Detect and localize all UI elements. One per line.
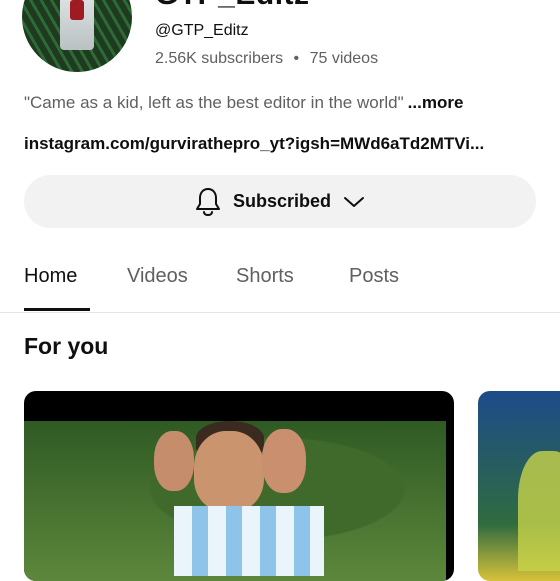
video-thumbnail[interactable]	[24, 391, 454, 581]
video-thumbnail-next[interactable]	[478, 391, 560, 581]
subscribed-button[interactable]: Subscribed	[24, 175, 536, 228]
tab-videos[interactable]: Videos	[127, 265, 188, 288]
avatar-figure	[60, 0, 94, 50]
channel-tabs: Home Videos Shorts Posts	[0, 250, 560, 313]
channel-handle: @GTP_Editz	[155, 22, 249, 39]
thumbnail-hand-left	[154, 431, 194, 491]
description-text: "Came as a kid, left as the best editor …	[24, 93, 404, 112]
subscriber-count: 2.56K subscribers	[155, 50, 284, 67]
thumbnail-hand-right	[262, 429, 306, 493]
meta-separator: •	[293, 50, 300, 67]
channel-avatar[interactable]	[22, 0, 132, 72]
chevron-down-icon	[343, 195, 365, 209]
channel-description[interactable]: "Came as a kid, left as the best editor …	[24, 93, 463, 113]
channel-title: GTP_Editz	[155, 0, 310, 12]
active-tab-indicator	[24, 308, 90, 311]
video-count: 75 videos	[309, 50, 379, 67]
bell-icon	[195, 187, 221, 217]
channel-link[interactable]: instagram.com/gurvirathepro_yt?igsh=MWd6…	[24, 134, 484, 154]
thumbnail-face	[194, 431, 264, 511]
more-link[interactable]: ...more	[408, 93, 464, 112]
tab-home[interactable]: Home	[24, 265, 77, 288]
channel-meta: 2.56K subscribers • 75 videos	[155, 50, 378, 68]
subscribed-label: Subscribed	[232, 191, 332, 211]
for-you-heading: For you	[24, 333, 109, 359]
thumbnail-next-shape	[518, 451, 560, 571]
tab-shorts[interactable]: Shorts	[236, 265, 294, 288]
tab-posts[interactable]: Posts	[349, 265, 399, 288]
thumbnail-shirt	[174, 506, 324, 576]
